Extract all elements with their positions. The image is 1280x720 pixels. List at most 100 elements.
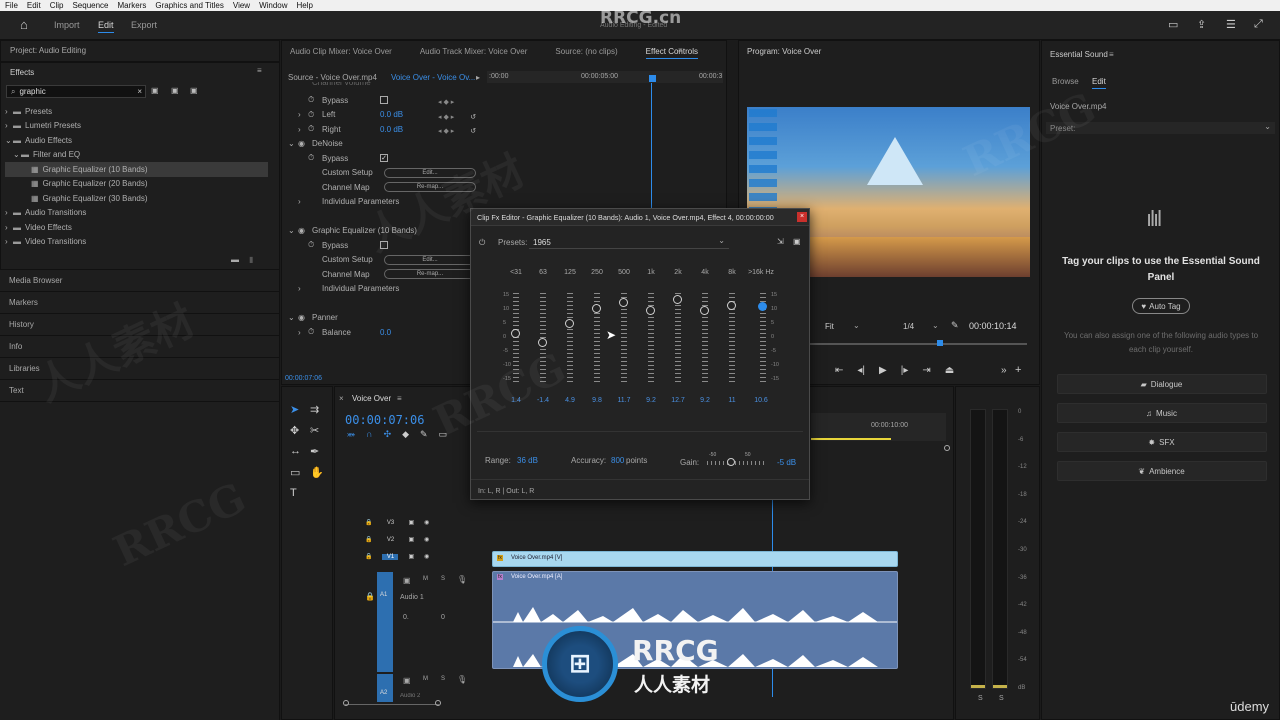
bypass-checkbox[interactable] (380, 96, 388, 105)
band-value[interactable]: -1.4 (530, 397, 556, 404)
scroll-handle-left[interactable] (343, 700, 349, 706)
lock-icon[interactable]: 🔒 (365, 519, 372, 526)
play-clip-icon[interactable]: ▸ (476, 73, 480, 82)
add-marker-icon[interactable]: ◆ (402, 429, 409, 440)
track-pan[interactable]: 0 (441, 614, 445, 621)
left-value[interactable]: 0.0 dB (380, 110, 403, 119)
wrench-icon[interactable]: ✎ (951, 320, 959, 331)
toggle-sync-icon[interactable]: ▣ (408, 519, 414, 526)
auto-tag-button[interactable]: ♥ Auto Tag (1132, 298, 1190, 314)
step-back-icon[interactable]: ◂| (857, 365, 865, 376)
music-button[interactable]: ♫ Music (1056, 403, 1267, 423)
menu-icon[interactable]: ☰ (1226, 18, 1236, 31)
source-patch-a1[interactable] (377, 572, 393, 672)
save-preset-icon[interactable]: ⇲ (777, 237, 784, 246)
panel-media-browser[interactable]: Media Browser (0, 270, 279, 292)
chevron-right-icon[interactable]: › (298, 284, 322, 293)
eye-icon[interactable]: ◉ (424, 519, 429, 526)
power-icon[interactable]: ⏻ (479, 238, 485, 248)
tree-item[interactable]: › ▬ Video Effects (5, 220, 268, 235)
band-value[interactable]: 10.6 (748, 397, 774, 404)
track-select-icon[interactable]: ⇉ (310, 403, 330, 416)
tab-audio-clip-mixer[interactable]: Audio Clip Mixer: Voice Over (290, 47, 392, 59)
effects-search-field[interactable]: ⌕ graphic × (6, 85, 146, 98)
menu-view[interactable]: View (233, 1, 250, 10)
band-value[interactable]: 11 (719, 397, 745, 404)
band-value[interactable]: 1.4 (503, 397, 529, 404)
tree-item[interactable]: ▦ Graphic Equalizer (20 Bands) (5, 177, 268, 192)
eq-band-slider[interactable] (614, 285, 634, 385)
ripple-edit-icon[interactable]: ✥ (290, 424, 310, 437)
program-scrub-bar[interactable] (809, 340, 1027, 346)
solo-left-button[interactable]: S (978, 695, 983, 702)
menu-edit[interactable]: Edit (27, 1, 41, 10)
lock-icon[interactable]: 🔒 (365, 536, 372, 543)
lock-icon[interactable]: 🔒 (365, 592, 375, 601)
eq-band-slider[interactable] (753, 285, 773, 385)
effects-panel-menu-icon[interactable]: ≡ (257, 66, 262, 75)
close-dialog-icon[interactable]: × (797, 212, 807, 222)
tree-item[interactable]: › ▬ Video Transitions (5, 235, 268, 250)
tab-source[interactable]: Source: (no clips) (555, 47, 617, 59)
menu-file[interactable]: File (5, 1, 18, 10)
toggle-animation-icon[interactable]: ⏱ (308, 327, 322, 337)
playhead-marker[interactable] (649, 75, 656, 82)
band-value[interactable]: 9.2 (692, 397, 718, 404)
reset-icon[interactable]: ↺ (470, 128, 476, 135)
edit-button[interactable]: Edit... (384, 254, 476, 265)
fx-icon[interactable]: ◉ (298, 313, 312, 322)
keyframe-nav[interactable]: ◂ ◆ ▸ ↺ (438, 125, 476, 140)
menu-graphics[interactable]: Graphics and Titles (155, 1, 223, 10)
solo-button[interactable]: S (441, 676, 445, 682)
eq-band-slider[interactable] (560, 285, 580, 385)
go-to-out-icon[interactable]: ⇥ (922, 365, 930, 376)
effect-controls-menu-icon[interactable]: ≡ (678, 46, 683, 55)
tree-item[interactable]: › ▬ Presets (5, 104, 268, 119)
clear-search-icon[interactable]: × (137, 87, 142, 96)
range-value[interactable]: 36 dB (517, 456, 538, 465)
eq-band-knob[interactable] (538, 337, 547, 347)
menu-sequence[interactable]: Sequence (72, 1, 108, 10)
eq-band-knob[interactable] (727, 300, 736, 310)
share-icon[interactable]: ⇪ (1197, 18, 1206, 31)
new-bin-icon[interactable]: ▬ (231, 255, 239, 264)
track-name[interactable]: V1 (382, 553, 399, 560)
timeline-scrollbar[interactable] (343, 700, 441, 706)
timeline-settings-icon[interactable]: ✎ (420, 429, 428, 440)
eq-band-knob[interactable] (758, 301, 767, 311)
timeline-timecode[interactable]: 00:00:07:06 (345, 413, 424, 427)
menu-clip[interactable]: Clip (50, 1, 64, 10)
program-title[interactable]: Program: Voice Over (747, 47, 821, 56)
step-forward-icon[interactable]: |▸ (901, 365, 909, 376)
captions-icon[interactable]: ▭ (439, 429, 448, 440)
essential-sound-menu-icon[interactable]: ≡ (1109, 50, 1114, 59)
mic-icon[interactable]: 🎙 (457, 575, 467, 584)
video-clip[interactable]: fx Voice Over.mp4 [V] (492, 551, 898, 567)
scroll-handle-right[interactable] (435, 700, 441, 706)
band-value[interactable]: 11.7 (611, 397, 637, 404)
delete-preset-icon[interactable]: ▣ (793, 237, 801, 246)
linked-selection-icon[interactable]: ✣ (384, 429, 392, 440)
graphic-eq-header[interactable]: ⌄ ◉ Graphic Equalizer (10 Bands) (288, 224, 488, 239)
panel-info[interactable]: Info (0, 336, 279, 358)
tab-effect-controls[interactable]: Effect Controls (646, 47, 698, 59)
band-value[interactable]: 9.2 (638, 397, 664, 404)
home-icon[interactable]: ⌂ (20, 17, 28, 32)
eq-band-knob[interactable] (700, 305, 709, 315)
hand-tool-icon[interactable]: ✋ (310, 466, 330, 479)
toggle-animation-icon[interactable]: ⏱ (308, 240, 322, 250)
tree-item-selected[interactable]: ▦ Graphic Equalizer (10 Bands) (5, 162, 268, 177)
panner-header[interactable]: ⌄ ◉ Panner (288, 311, 488, 326)
toggle-sync-icon[interactable]: ▣ (408, 536, 414, 543)
tree-item[interactable]: ⌄ ▬ Filter and EQ (5, 148, 268, 163)
mic-icon[interactable]: 🎙 (457, 675, 467, 684)
type-tool-icon[interactable]: T (290, 487, 310, 499)
menu-window[interactable]: Window (259, 1, 287, 10)
razor-tool-icon[interactable]: ✂ (310, 424, 330, 437)
sfx-button[interactable]: ✸ SFX (1056, 432, 1267, 452)
close-sequence-icon[interactable]: × (339, 394, 344, 403)
slip-tool-icon[interactable]: ↔ (290, 445, 310, 458)
ec-timecode[interactable]: 00:00:07:06 (285, 375, 322, 382)
panel-libraries[interactable]: Libraries (0, 358, 279, 380)
vertical-scroll-knob[interactable] (944, 445, 950, 451)
